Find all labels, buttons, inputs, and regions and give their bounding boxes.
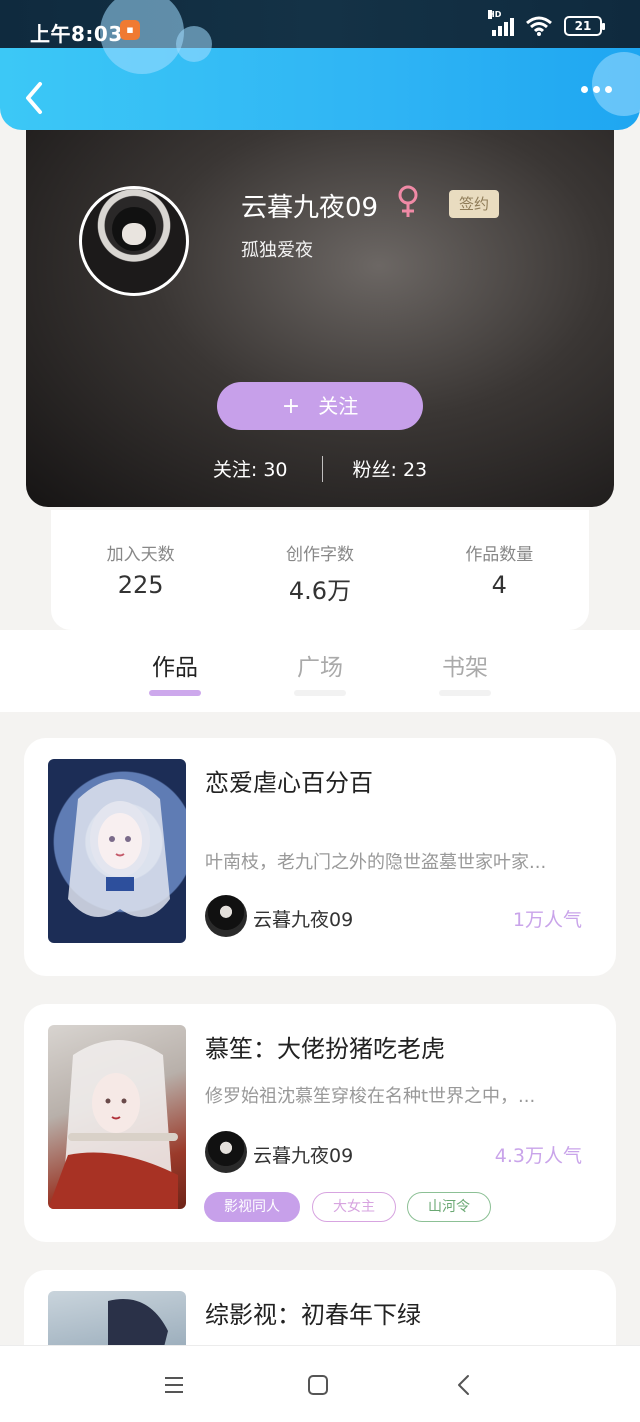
cover-illustration [48, 1040, 178, 1209]
divider [321, 455, 323, 482]
status-icons: HD 21 [488, 10, 605, 36]
plus-icon: + [281, 394, 301, 419]
avatar[interactable] [79, 186, 189, 296]
more-dots-icon[interactable] [581, 86, 612, 93]
stat-label: 加入天数 [106, 545, 175, 565]
signed-badge: 签约 [449, 190, 499, 218]
stat-join-days: 加入天数 225 [51, 510, 230, 630]
cover-illustration [68, 779, 170, 917]
book-author: 云暮九夜09 [253, 909, 354, 931]
follow-counts: 关注: 30 粉丝: 23 [26, 455, 614, 482]
female-icon [398, 185, 418, 217]
author-bio: 孤独爱夜 [241, 240, 313, 261]
book-popularity: 1万人气 [512, 909, 582, 931]
wifi-icon [526, 16, 552, 36]
decor-bubble [176, 26, 212, 62]
network-type-label: HD [488, 10, 501, 19]
tab-indicator [149, 690, 201, 696]
book-card[interactable]: 慕笙：大佬扮猪吃老虎 修罗始祖沈慕笙穿梭在名种t世界之中，... 云暮九夜09 … [24, 1004, 616, 1242]
tab-bar: 作品 广场 书架 [0, 630, 640, 712]
chevron-left-icon[interactable] [18, 78, 52, 118]
author-avatar [205, 1131, 247, 1173]
author-stats: 加入天数 225 创作字数 4.6万 作品数量 4 [51, 510, 589, 630]
follow-button-label: 关注 [318, 394, 359, 418]
book-cover[interactable] [48, 759, 186, 943]
book-author: 云暮九夜09 [253, 1145, 354, 1167]
home-icon[interactable] [305, 1372, 331, 1398]
book-description: 修罗始祖沈慕笙穿梭在名种t世界之中，... [205, 1086, 536, 1107]
stat-label: 作品数量 [465, 545, 534, 565]
stat-word-count: 创作字数 4.6万 [230, 510, 409, 630]
decor-bubble [592, 52, 640, 116]
book-popularity: 4.3万人气 [494, 1145, 582, 1167]
battery-icon: 21 [564, 16, 605, 36]
follow-button[interactable]: + 关注 [217, 382, 423, 430]
tab-bookshelf[interactable]: 书架 [439, 648, 491, 682]
fans-count[interactable]: 粉丝: 23 [353, 455, 428, 482]
stat-value: 225 [117, 571, 164, 599]
author-avatar [205, 895, 247, 937]
stat-value: 4 [491, 571, 507, 599]
book-tag[interactable]: 影视同人 [204, 1192, 300, 1222]
author-nickname: 云暮九夜09 [241, 193, 379, 223]
book-title[interactable]: 综影视：初春年下绿 [205, 1295, 421, 1330]
book-title[interactable]: 恋爱虐心百分百 [205, 763, 373, 798]
app-header: 上午8:03 ▪ HD 21 [0, 0, 640, 130]
status-time: 上午8:03 [30, 22, 123, 46]
following-count[interactable]: 关注: 30 [213, 455, 288, 482]
book-cover[interactable] [48, 1025, 186, 1209]
tab-underline [439, 690, 491, 696]
menu-icon[interactable] [161, 1372, 187, 1398]
stat-value: 4.6万 [288, 577, 352, 605]
system-nav-bar [0, 1345, 640, 1422]
book-description: 叶南枝，老九门之外的隐世盗墓世家叶家... [205, 852, 547, 873]
book-tag[interactable]: 大女主 [312, 1192, 396, 1222]
back-icon[interactable] [451, 1372, 477, 1398]
book-card[interactable]: 恋爱虐心百分百 叶南枝，老九门之外的隐世盗墓世家叶家... 云暮九夜09 1万人… [24, 738, 616, 976]
tab-works[interactable]: 作品 [149, 648, 201, 682]
tab-underline [294, 690, 346, 696]
notification-app-icon: ▪ [120, 20, 140, 40]
book-tag[interactable]: 山河令 [407, 1192, 491, 1222]
stat-label: 创作字数 [285, 545, 354, 565]
signal-icon: HD [488, 10, 514, 36]
book-title[interactable]: 慕笙：大佬扮猪吃老虎 [205, 1029, 445, 1064]
stat-works-count: 作品数量 4 [410, 510, 589, 630]
profile-card: 云暮九夜09 签约 孤独爱夜 + 关注 关注: 30 粉丝: 23 [26, 105, 614, 507]
tab-square[interactable]: 广场 [294, 648, 346, 682]
